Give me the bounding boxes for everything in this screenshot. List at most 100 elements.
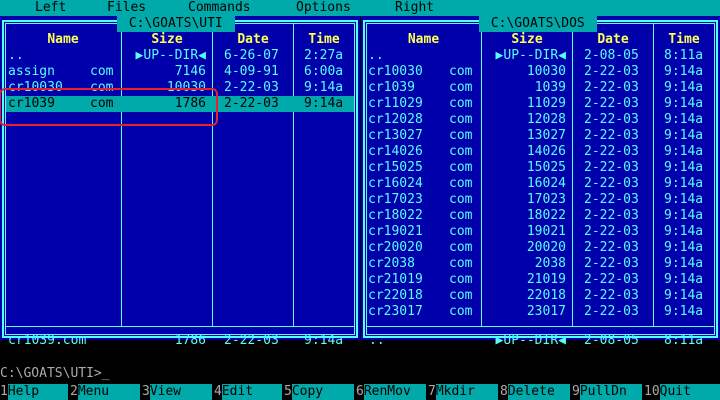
file-name: cr23017 xyxy=(368,304,423,319)
file-row[interactable]: cr18022 com 18022 2-22-03 9:14a xyxy=(361,208,720,224)
file-extension: com xyxy=(449,272,473,287)
file-extension: com xyxy=(449,96,473,111)
file-row[interactable]: cr12028 com 12028 2-22-03 9:14a xyxy=(361,112,720,128)
file-date: 2-22-03 xyxy=(224,96,279,111)
file-row[interactable]: cr1039 com 1039 2-22-03 9:14a xyxy=(361,80,720,96)
file-row[interactable]: cr14026 com 14026 2-22-03 9:14a xyxy=(361,144,720,160)
file-extension: com xyxy=(449,192,473,207)
file-extension: com xyxy=(449,240,473,255)
fkey-label: PullDn xyxy=(579,384,642,400)
file-date: 2-22-03 xyxy=(584,288,639,303)
file-extension: com xyxy=(449,208,473,223)
file-size: ▶UP--DIR◀ xyxy=(135,48,206,63)
file-time: 9:14a xyxy=(664,304,704,319)
fkey-number: 8 xyxy=(500,384,508,399)
menu-right[interactable]: Right xyxy=(395,0,434,16)
file-row[interactable]: cr15025 com 15025 2-22-03 9:14a xyxy=(361,160,720,176)
file-name: cr21019 xyxy=(368,272,423,287)
fkey-renmov[interactable]: 6RenMov xyxy=(356,384,426,400)
file-row[interactable]: cr2038 com 2038 2-22-03 9:14a xyxy=(361,256,720,272)
file-row[interactable]: cr21019 com 21019 2-22-03 9:14a xyxy=(361,272,720,288)
header-name: Name xyxy=(407,32,440,47)
file-size: 15025 xyxy=(526,160,566,175)
file-row[interactable]: cr20020 com 20020 2-22-03 9:14a xyxy=(361,240,720,256)
header-time: Time xyxy=(308,32,340,47)
left-panel: C:\GOATS\UTI Name Size Date Time .. ▶UP--… xyxy=(0,16,360,348)
file-size: 10030 xyxy=(526,64,566,79)
menu-files[interactable]: Files xyxy=(107,0,146,16)
fkey-number: 5 xyxy=(284,384,292,399)
fkey-number: 2 xyxy=(70,384,78,399)
file-row[interactable]: cr11029 com 11029 2-22-03 9:14a xyxy=(361,96,720,112)
fkey-help[interactable]: 1Help xyxy=(0,384,68,400)
fkey-pulldn[interactable]: 9PullDn xyxy=(572,384,642,400)
file-extension: com xyxy=(449,224,473,239)
file-time: 2:27a xyxy=(304,48,344,63)
fkey-quit[interactable]: 10Quit xyxy=(644,384,720,400)
file-extension: com xyxy=(449,288,473,303)
file-row[interactable]: cr17023 com 17023 2-22-03 9:14a xyxy=(361,192,720,208)
status-filename: .. xyxy=(369,333,385,348)
right-panel: C:\GOATS\DOS Name Size Date Time .. ▶UP--… xyxy=(361,16,720,348)
file-extension: com xyxy=(90,96,114,111)
fkey-number: 10 xyxy=(644,384,660,399)
menu-commands[interactable]: Commands xyxy=(188,0,251,16)
file-size: 13027 xyxy=(526,128,566,143)
fkey-label: Copy xyxy=(291,384,354,400)
file-time: 8:11a xyxy=(664,48,704,63)
status-date: 2-22-03 xyxy=(224,333,279,348)
file-size: 1786 xyxy=(174,96,206,111)
file-date: 2-22-03 xyxy=(584,240,639,255)
fkey-copy[interactable]: 5Copy xyxy=(284,384,354,400)
fkey-label: View xyxy=(149,384,212,400)
file-row[interactable]: cr13027 com 13027 2-22-03 9:14a xyxy=(361,128,720,144)
file-date: 2-22-03 xyxy=(584,272,639,287)
fkey-number: 7 xyxy=(428,384,436,399)
status-divider xyxy=(6,326,354,327)
status-filename: cr1039.com xyxy=(8,333,87,348)
header-size: Size xyxy=(511,32,543,47)
file-row[interactable]: cr16024 com 16024 2-22-03 9:14a xyxy=(361,176,720,192)
status-size: ▶UP--DIR◀ xyxy=(495,333,566,348)
file-name: cr2038 xyxy=(368,256,415,271)
fkey-menu[interactable]: 2Menu xyxy=(70,384,140,400)
menu-options[interactable]: Options xyxy=(296,0,351,16)
command-line[interactable]: C:\GOATS\UTI>_ xyxy=(0,366,720,382)
fkey-number: 4 xyxy=(214,384,222,399)
file-row[interactable]: cr10030 com 10030 2-22-03 9:14a xyxy=(0,80,360,96)
file-date: 4-09-91 xyxy=(224,64,279,79)
file-row[interactable]: cr22018 com 22018 2-22-03 9:14a xyxy=(361,288,720,304)
fkey-delete[interactable]: 8Delete xyxy=(500,384,570,400)
file-time: 9:14a xyxy=(664,128,704,143)
file-row[interactable]: .. ▶UP--DIR◀ 2-08-05 8:11a xyxy=(361,48,720,64)
file-date: 2-22-03 xyxy=(584,304,639,319)
fkey-label: RenMov xyxy=(363,384,426,400)
file-extension: com xyxy=(449,256,473,271)
file-time: 9:14a xyxy=(664,176,704,191)
header-date: Date xyxy=(237,32,269,47)
fkey-edit[interactable]: 4Edit xyxy=(214,384,282,400)
file-row[interactable]: cr1039 com 1786 2-22-03 9:14a xyxy=(6,96,354,112)
file-name: assign xyxy=(8,64,55,79)
fkey-view[interactable]: 3View xyxy=(142,384,212,400)
file-row[interactable]: assign com 7146 4-09-91 6:00a xyxy=(0,64,360,80)
file-time: 9:14a xyxy=(304,96,344,111)
file-name: .. xyxy=(8,48,24,63)
fkey-number: 3 xyxy=(142,384,150,399)
menu-left[interactable]: Left xyxy=(35,0,66,16)
command-prompt: C:\GOATS\UTI> xyxy=(0,366,102,381)
file-row[interactable]: cr23017 com 23017 2-22-03 9:14a xyxy=(361,304,720,320)
header-time: Time xyxy=(668,32,700,47)
status-time: 9:14a xyxy=(304,333,344,348)
file-row[interactable]: cr19021 com 19021 2-22-03 9:14a xyxy=(361,224,720,240)
file-name: cr10030 xyxy=(8,80,63,95)
file-row[interactable]: .. ▶UP--DIR◀ 6-26-07 2:27a xyxy=(0,48,360,64)
file-time: 9:14a xyxy=(664,144,704,159)
file-time: 9:14a xyxy=(304,80,344,95)
file-date: 2-22-03 xyxy=(584,224,639,239)
fkey-number: 1 xyxy=(0,384,8,399)
fkey-mkdir[interactable]: 7Mkdir xyxy=(428,384,498,400)
file-extension: com xyxy=(449,80,473,95)
file-row[interactable]: cr10030 com 10030 2-22-03 9:14a xyxy=(361,64,720,80)
file-extension: com xyxy=(449,304,473,319)
